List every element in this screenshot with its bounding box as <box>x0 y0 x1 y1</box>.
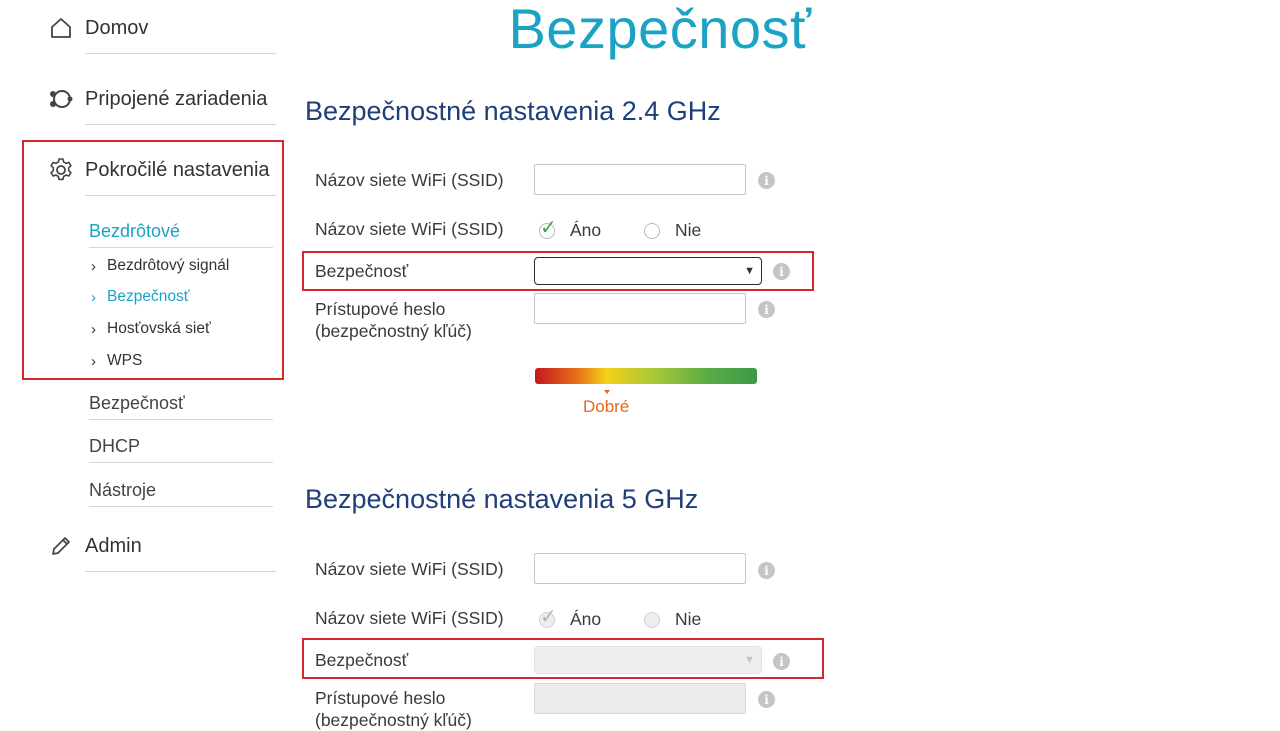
password-input-24[interactable] <box>534 293 746 324</box>
password-strength-bar <box>535 368 757 384</box>
radio-yes-label-24: Áno <box>570 220 602 240</box>
nav-home-label: Domov <box>85 16 149 39</box>
broadcast-yes-24[interactable]: ✓ Áno <box>539 217 602 241</box>
divider <box>89 419 273 420</box>
ssid-broadcast-label-24: Názov siete WiFi (SSID) <box>315 219 504 239</box>
check-icon: ✓ <box>540 605 557 628</box>
radio-yes-label-5: Áno <box>570 609 602 629</box>
divider <box>85 571 276 572</box>
check-icon: ✓ <box>540 216 557 239</box>
nav-admin[interactable]: Admin <box>48 526 276 572</box>
info-icon[interactable]: i <box>758 172 775 189</box>
nav-dhcp[interactable]: DHCP <box>89 432 273 463</box>
divider <box>85 53 276 54</box>
info-icon[interactable]: i <box>758 562 775 579</box>
password-label-24: Prístupové heslo (bezpečnostný kľúč) <box>315 298 472 342</box>
ssid-broadcast-label-5: Názov siete WiFi (SSID) <box>315 608 504 628</box>
nav-admin-label: Admin <box>85 534 142 557</box>
password-label-line1-5: Prístupové heslo <box>315 688 446 708</box>
nav-security[interactable]: Bezpečnosť <box>89 389 273 420</box>
divider <box>89 462 273 463</box>
devices-icon <box>48 86 74 112</box>
nav-tools[interactable]: Nástroje <box>89 476 273 507</box>
radio-yes-24[interactable]: ✓ <box>539 217 557 239</box>
nav-home[interactable]: Domov <box>48 8 276 54</box>
info-icon[interactable]: i <box>758 691 775 708</box>
divider <box>89 506 273 507</box>
radio-no-label-5: Nie <box>675 609 702 629</box>
password-input-5[interactable] <box>534 683 746 714</box>
radio-no-label-24: Nie <box>675 220 702 240</box>
ssid-label-5: Názov siete WiFi (SSID) <box>315 559 504 579</box>
page-title: Bezpečnosť <box>508 0 812 60</box>
info-icon[interactable]: i <box>758 301 775 318</box>
section-5ghz-title: Bezpečnostné nastavenia 5 GHz <box>305 484 699 514</box>
broadcast-yes-5[interactable]: ✓ Áno <box>539 606 602 630</box>
nav-security-label: Bezpečnosť <box>89 392 185 413</box>
nav-connected-devices-label: Pripojené zariadenia <box>85 87 268 110</box>
nav-dhcp-label: DHCP <box>89 435 141 456</box>
ssid-input-5[interactable] <box>534 553 746 584</box>
ssid-label-24: Názov siete WiFi (SSID) <box>315 170 504 190</box>
nav-tools-label: Nástroje <box>89 479 157 500</box>
password-label-line2-24: (bezpečnostný kľúč) <box>315 321 472 341</box>
highlight-box <box>302 638 824 679</box>
home-icon <box>48 15 74 41</box>
password-label-5: Prístupové heslo (bezpečnostný kľúč) <box>315 687 472 731</box>
section-24ghz-title: Bezpečnostné nastavenia 2.4 GHz <box>305 96 721 126</box>
broadcast-no-24[interactable]: Nie <box>644 220 701 241</box>
divider <box>85 124 276 125</box>
ssid-input-24[interactable] <box>534 164 746 195</box>
broadcast-no-5[interactable]: Nie <box>644 609 701 630</box>
radio-no-24[interactable] <box>644 222 660 239</box>
nav-connected-devices[interactable]: Pripojené zariadenia <box>48 79 276 125</box>
password-strength-label: Dobré <box>583 397 630 416</box>
pencil-icon <box>48 533 74 559</box>
highlight-box <box>302 251 814 291</box>
radio-no-5[interactable] <box>644 611 660 628</box>
sidebar: Domov Pripojené zariadenia Pokročilé nas… <box>0 0 290 720</box>
highlight-box <box>22 140 284 380</box>
radio-yes-5[interactable]: ✓ <box>539 606 557 628</box>
password-label-line1-24: Prístupové heslo <box>315 299 446 319</box>
strength-pointer-icon <box>604 390 610 394</box>
password-label-line2-5: (bezpečnostný kľúč) <box>315 710 472 730</box>
